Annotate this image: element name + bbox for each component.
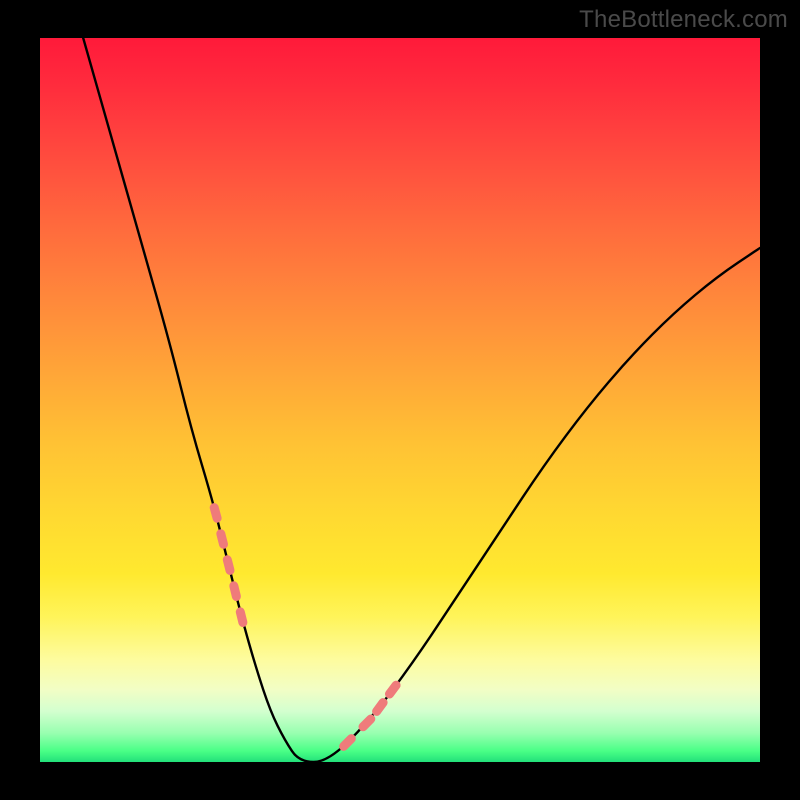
plot-area	[40, 38, 760, 762]
watermark-text: TheBottleneck.com	[579, 6, 788, 34]
chart-frame: TheBottleneck.com	[0, 0, 800, 800]
